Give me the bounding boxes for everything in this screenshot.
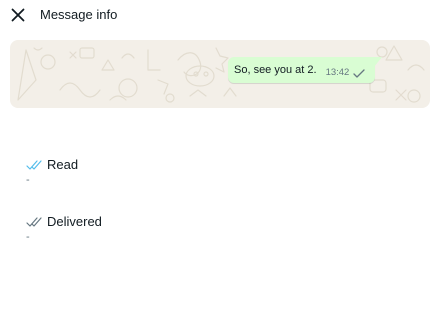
message-meta: 13:42 xyxy=(326,67,366,79)
message-info-screen: Message info So, see you at 2. 13:42 Rea… xyxy=(0,0,437,313)
receipt-read-time: - xyxy=(26,174,30,186)
bubble-tail xyxy=(374,57,383,67)
close-icon xyxy=(11,8,25,22)
receipt-delivered-label: Delivered xyxy=(47,214,102,229)
close-button[interactable] xyxy=(8,5,28,25)
page-title: Message info xyxy=(40,7,118,22)
header: Message info xyxy=(0,0,437,30)
receipt-read-label: Read xyxy=(47,157,79,172)
receipt-delivered-time: - xyxy=(26,231,30,243)
message-text: So, see you at 2. xyxy=(234,64,317,76)
message-bubble[interactable]: So, see you at 2. 13:42 xyxy=(228,57,383,83)
double-check-delivered-icon xyxy=(26,217,42,227)
double-check-read-icon xyxy=(26,160,42,170)
single-check-icon xyxy=(353,68,365,78)
message-time: 13:42 xyxy=(325,67,350,78)
chat-preview: So, see you at 2. 13:42 xyxy=(10,40,430,108)
